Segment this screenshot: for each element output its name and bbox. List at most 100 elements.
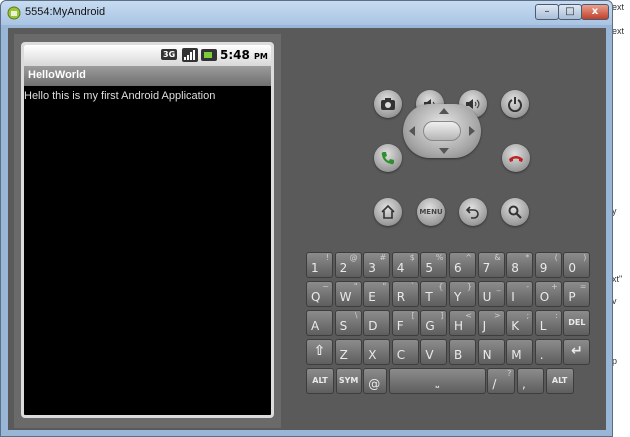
close-button[interactable]: x	[581, 4, 609, 20]
key-main-label: J	[482, 319, 487, 333]
key-main-label: Q	[311, 290, 321, 304]
key-main-label: 2	[339, 261, 348, 275]
key-n[interactable]: N	[477, 339, 505, 365]
key-main-label: L	[539, 319, 547, 333]
key-q[interactable]: Q ~	[306, 281, 333, 307]
key-shift-label: ?	[507, 369, 512, 378]
key-c[interactable]: C	[391, 339, 419, 365]
key-y[interactable]: Y}	[449, 281, 476, 307]
key-main-label: 8	[511, 261, 519, 275]
key-c64[interactable]: @	[363, 368, 388, 394]
bg-snippet: ext	[612, 2, 625, 12]
key-r[interactable]: R `	[391, 281, 419, 307]
key-b[interactable]: B	[449, 339, 476, 365]
key-main-label: @	[368, 377, 381, 391]
key-main-label: ,	[522, 377, 526, 391]
key-s[interactable]: S \	[334, 310, 362, 336]
key-a[interactable]: A	[306, 310, 333, 336]
key-main-label: 5	[425, 261, 434, 275]
key-4[interactable]: 4 $	[391, 252, 419, 278]
key-e[interactable]: E "	[363, 281, 391, 307]
key-9[interactable]: 9(	[534, 252, 562, 278]
dpad[interactable]	[403, 104, 481, 158]
status-time: 5:48 PM	[220, 48, 268, 62]
key-main-label: H	[454, 319, 464, 333]
status-bar: 3G 5:48 PM	[24, 45, 271, 66]
key-main-label: K	[511, 319, 520, 333]
key-main-label: 9	[539, 261, 548, 275]
key-x[interactable]: X	[363, 339, 391, 365]
key-2[interactable]: 2 @	[334, 252, 362, 278]
red-phone-icon	[509, 156, 523, 162]
home-button[interactable]	[374, 198, 402, 226]
back-arrow-icon	[465, 206, 479, 219]
key-sym[interactable]: SYM	[335, 368, 362, 394]
dpad-center-button[interactable]	[423, 121, 461, 141]
key-c44[interactable]: ,	[517, 368, 544, 394]
key-main-label: I	[511, 290, 515, 304]
key-shift-label: <	[465, 311, 472, 320]
key-c46[interactable]: .	[534, 339, 562, 365]
key-0[interactable]: 0)	[563, 252, 591, 278]
key-l[interactable]: L:	[534, 310, 562, 336]
key-main-label: T	[425, 290, 433, 304]
search-icon	[508, 205, 522, 219]
back-button[interactable]	[459, 198, 487, 226]
key-d[interactable]: D	[363, 310, 391, 336]
key-shift-label: `	[410, 282, 415, 291]
menu-button[interactable]: MENU	[417, 198, 445, 226]
key-p[interactable]: P =	[563, 281, 591, 307]
key-w[interactable]: W "	[334, 281, 362, 307]
key-alt[interactable]: ALT	[306, 368, 334, 394]
key-h[interactable]: H <	[449, 310, 476, 336]
delete-key[interactable]: DEL	[563, 310, 591, 336]
maximize-button[interactable]: □	[558, 4, 582, 20]
search-button[interactable]	[501, 198, 529, 226]
key-shift-label: ;	[526, 311, 530, 320]
key-f[interactable]: F[	[391, 310, 419, 336]
key-i[interactable]: I-	[506, 281, 534, 307]
key-5[interactable]: 5%	[420, 252, 448, 278]
dpad-left-icon[interactable]	[409, 126, 415, 136]
key-shift-label: $	[409, 253, 415, 262]
key-c47[interactable]: /?	[487, 368, 516, 394]
key-t[interactable]: T{	[420, 281, 448, 307]
camera-button[interactable]	[374, 90, 402, 118]
key-shift-label: -	[526, 282, 530, 291]
green-phone-icon	[381, 152, 394, 165]
key-m[interactable]: M	[506, 339, 534, 365]
enter-key[interactable]: ↵	[563, 339, 591, 365]
device-screen[interactable]: 3G 5:48 PM HelloWorld Hello this is my f…	[21, 42, 274, 418]
key-k[interactable]: K;	[506, 310, 534, 336]
key-shift-label: @	[349, 253, 358, 262]
key-7[interactable]: 7 &	[477, 252, 505, 278]
key-o[interactable]: O +	[534, 281, 562, 307]
shift-key[interactable]: ⇧	[306, 339, 333, 365]
dpad-down-icon[interactable]	[439, 148, 449, 154]
key-z[interactable]: Z	[334, 339, 362, 365]
key-main-label: 3	[368, 261, 376, 275]
key-main-label: F	[396, 319, 404, 333]
key-3[interactable]: 3 #	[363, 252, 391, 278]
key-main-label: U	[482, 290, 492, 304]
key-1[interactable]: 1!	[306, 252, 333, 278]
key-j[interactable]: J >	[477, 310, 505, 336]
key-6[interactable]: 6 ^	[449, 252, 476, 278]
key-u[interactable]: U _	[477, 281, 505, 307]
key-main-label: 0	[568, 261, 577, 275]
bg-snippet: xt"	[612, 274, 623, 284]
space-key[interactable]: ⎵	[388, 368, 486, 394]
minimize-button[interactable]: –	[535, 4, 559, 20]
key-alt[interactable]: ALT	[545, 368, 574, 394]
call-button[interactable]	[374, 144, 402, 172]
title-bar[interactable]: 5554:MyAndroid – □ x	[1, 1, 612, 27]
key-shift-label: "	[382, 282, 387, 291]
key-g[interactable]: G]	[420, 310, 448, 336]
power-button[interactable]	[501, 90, 529, 118]
end-call-button[interactable]	[502, 144, 530, 172]
dpad-right-icon[interactable]	[469, 126, 475, 136]
key-v[interactable]: V	[420, 339, 448, 365]
key-main-label: E	[368, 290, 376, 304]
dpad-up-icon[interactable]	[439, 108, 449, 114]
key-8[interactable]: 8 *	[506, 252, 534, 278]
